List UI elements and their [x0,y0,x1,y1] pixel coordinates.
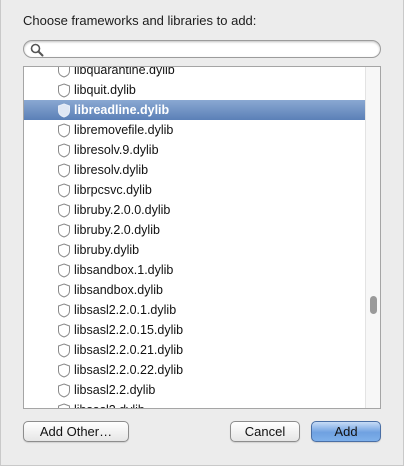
search-field[interactable] [23,40,381,58]
list-item[interactable]: libresolv.9.dylib [24,140,366,160]
list-item-label: libremovefile.dylib [74,123,174,137]
dialog-prompt: Choose frameworks and libraries to add: [23,13,257,28]
library-shield-icon [58,383,70,398]
list-item[interactable]: libresolv.dylib [24,160,366,180]
magnifier-icon [30,43,44,57]
cancel-button[interactable]: Cancel [230,421,300,442]
list-item[interactable]: libquit.dylib [24,80,366,100]
library-shield-icon [58,303,70,318]
library-shield-icon [58,243,70,258]
list-item-label: libruby.2.0.dylib [74,223,160,237]
list-item-label: libsasl2.dylib [74,400,145,408]
list-item-label: libquit.dylib [74,83,136,97]
list-item[interactable]: libsandbox.dylib [24,280,366,300]
list-item[interactable]: libremovefile.dylib [24,120,366,140]
list-item[interactable]: libsandbox.1.dylib [24,260,366,280]
vertical-scrollbar[interactable] [365,67,380,408]
list-item[interactable]: libsasl2.2.dylib [24,380,366,400]
list-item-label: libresolv.9.dylib [74,143,159,157]
library-shield-icon [58,363,70,378]
add-other-button[interactable]: Add Other… [23,421,129,442]
library-shield-icon [58,123,70,138]
list-item[interactable]: libruby.2.0.0.dylib [24,200,366,220]
list-item[interactable]: librpcsvc.dylib [24,180,366,200]
library-shield-icon [58,263,70,278]
list-item-label: libruby.dylib [74,243,140,257]
list-item[interactable]: libsasl2.2.0.22.dylib [24,360,366,380]
library-shield-icon [58,83,70,98]
list-item-label: libsasl2.2.0.22.dylib [74,363,184,377]
library-shield-icon [58,103,70,118]
list-item[interactable]: libsasl2.2.0.15.dylib [24,320,366,340]
add-library-sheet: Choose frameworks and libraries to add: … [0,0,404,466]
library-shield-icon [58,323,70,338]
library-shield-icon [58,283,70,298]
list-item-label: libreadline.dylib [74,103,170,117]
list-item-label: libruby.2.0.0.dylib [74,203,171,217]
library-list-rows: libquarantine.dylib libquit.dylib libreadl… [24,66,366,408]
library-list[interactable]: libquarantine.dylib libquit.dylib libreadl… [23,66,381,409]
list-item[interactable]: libsasl2.dylib [24,400,366,408]
search-input[interactable] [48,42,368,56]
library-shield-icon [58,403,70,408]
list-item-label: libsasl2.2.dylib [74,383,156,397]
list-item-label: libquarantine.dylib [74,66,175,77]
library-shield-icon [58,163,70,178]
list-item[interactable]: libreadline.dylib [24,100,366,120]
list-item-label: libsasl2.2.0.1.dylib [74,303,177,317]
list-item-label: librpcsvc.dylib [74,183,152,197]
list-item-label: libsandbox.1.dylib [74,263,174,277]
list-item[interactable]: libsasl2.2.0.21.dylib [24,340,366,360]
list-item-label: libsasl2.2.0.21.dylib [74,343,184,357]
library-shield-icon [58,183,70,198]
library-shield-icon [58,203,70,218]
add-button[interactable]: Add [311,421,381,442]
scroll-thumb[interactable] [370,296,377,314]
list-item-label: libsasl2.2.0.15.dylib [74,323,184,337]
list-item[interactable]: libruby.2.0.dylib [24,220,366,240]
list-item[interactable]: libquarantine.dylib [24,66,366,80]
list-item-label: libresolv.dylib [74,163,149,177]
list-item[interactable]: libruby.dylib [24,240,366,260]
library-shield-icon [58,223,70,238]
library-shield-icon [58,343,70,358]
list-item-label: libsandbox.dylib [74,283,163,297]
list-item[interactable]: libsasl2.2.0.1.dylib [24,300,366,320]
library-shield-icon [58,143,70,158]
library-shield-icon [58,67,70,78]
